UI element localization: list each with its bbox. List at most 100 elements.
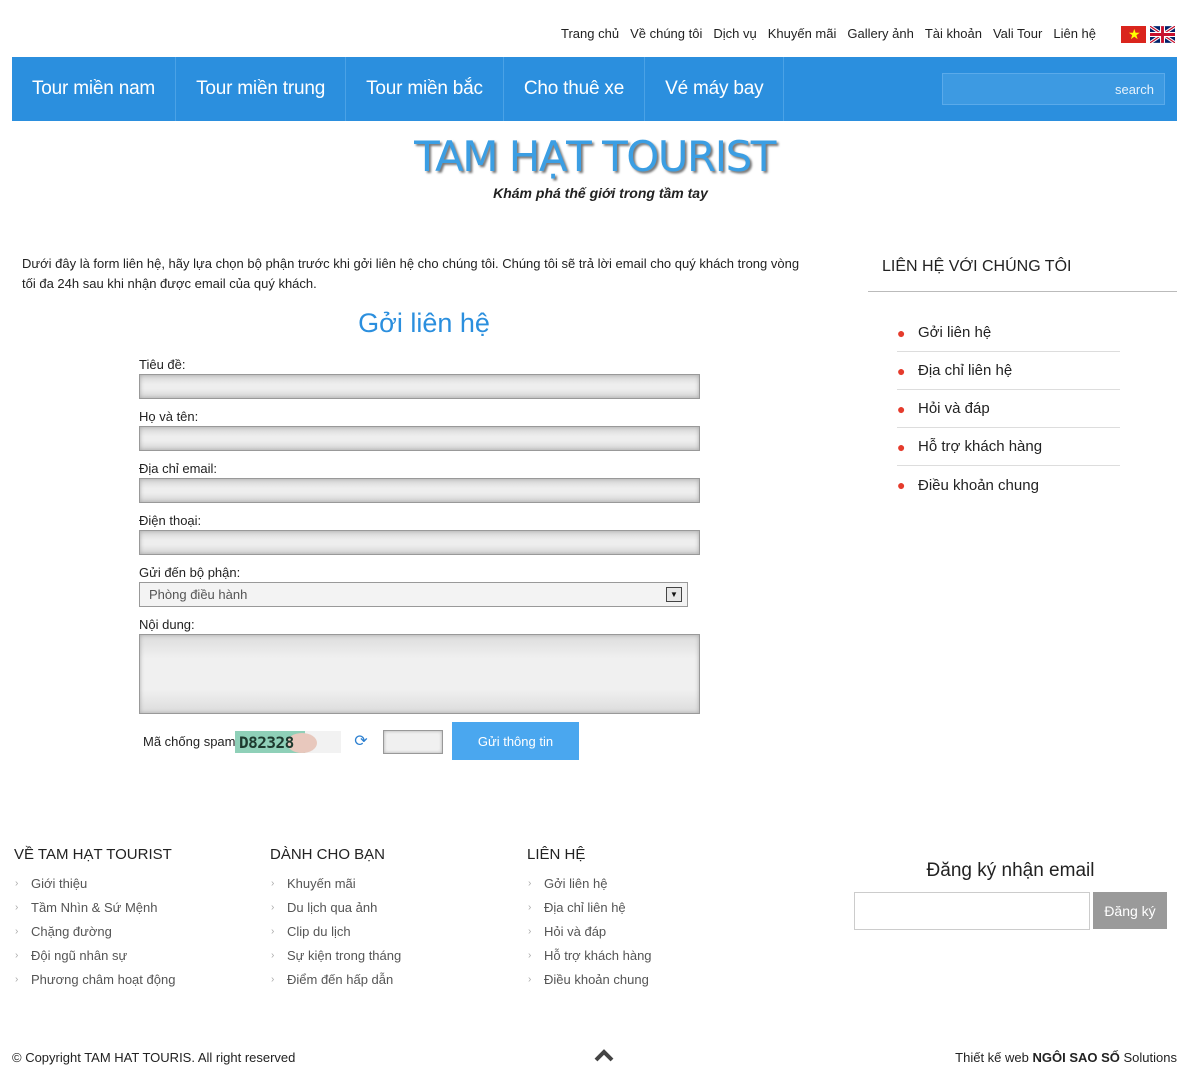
sidebar-item-terms[interactable]: ● Điều khoản chung [897,466,1120,504]
phone-label: Điện thoại: [139,513,202,528]
nav-car-rental[interactable]: Cho thuê xe [504,57,646,121]
content-textarea[interactable] [139,634,700,714]
toplink-promotions[interactable]: Khuyến mãi [768,26,837,41]
subject-label: Tiêu đề: [139,357,186,372]
copyright-text: © Copyright TAM HAT TOURIS. All right re… [12,1050,296,1065]
footer-link[interactable]: › Địa chỉ liên hệ [527,895,767,919]
chevron-right-icon: › [528,901,532,913]
credit-brand-link[interactable]: NGÔI SAO SỐ [1032,1050,1119,1065]
toplink-home[interactable]: Trang chủ [561,26,619,41]
sidebar-list: ● Gởi liên hệ ● Địa chỉ liên hệ ● Hỏi và đá… [897,314,1120,504]
footer-link[interactable]: › Phương châm hoạt động [14,967,254,991]
chevron-right-icon: › [271,877,275,889]
form-title: Gởi liên hệ [358,308,490,338]
logo-subtitle: Khám phá thế giới trong tầm tay [493,185,708,201]
chevron-right-icon: › [15,949,19,961]
captcha-text: D82328 [239,733,294,752]
footer-col-title: DÀNH CHO BẠN [270,846,386,863]
language-flags: ★ [1121,26,1175,43]
toplink-gallery[interactable]: Gallery ảnh [847,26,913,41]
footer-col-contact: LIÊN HỆ › Gởi liên hệ › Địa chỉ liên hệ › H… [527,846,767,991]
toplink-contact[interactable]: Liên hệ [1053,26,1096,41]
newsletter-email-input[interactable] [854,892,1090,930]
newsletter-subscribe-button[interactable]: Đăng ký [1093,892,1167,929]
logo-title: TAM HẠT TOURIST [414,132,776,181]
search-box[interactable]: search [942,73,1165,105]
chevron-right-icon: › [15,973,19,985]
intro-text: Dưới đây là form liên hệ, hãy lựa chọn b… [22,256,800,291]
chevron-right-icon: › [528,925,532,937]
scroll-to-top-icon[interactable] [594,1048,614,1062]
newsletter-title: Đăng ký nhận email [926,860,1095,881]
department-select[interactable]: Phòng điều hành ▼ [139,582,688,607]
bullet-icon: ● [897,477,906,493]
footer-link[interactable]: › Gởi liên hệ [527,871,767,895]
nav-tour-south[interactable]: Tour miền nam [12,57,177,121]
nav-tour-north[interactable]: Tour miền bắc [346,57,504,121]
footer-link[interactable]: › Giới thiệu [14,871,254,895]
footer-col-title: VỀ TAM HẠT TOURIST [14,846,172,863]
submit-button[interactable]: Gửi thông tin [452,722,579,760]
footer-link[interactable]: › Đội ngũ nhân sự [14,943,254,967]
chevron-right-icon: › [15,925,19,937]
dropdown-arrow-icon[interactable]: ▼ [666,587,682,602]
email-label: Địa chỉ email: [139,461,218,476]
sidebar-item-send-contact[interactable]: ● Gởi liên hệ [897,314,1120,352]
search-label[interactable]: search [1115,82,1154,97]
department-label: Gửi đến bộ phận: [139,565,241,580]
site-logo[interactable]: TAM HẠT TOURIST Khám phá thế giới trong … [0,132,1189,201]
chevron-right-icon: › [271,901,275,913]
credit-text: Thiết kế web NGÔI SAO SỐ Solutions [955,1050,1177,1065]
footer-link[interactable]: › Điểm đến hấp dẫn [270,967,510,991]
content-label: Nội dung: [139,617,195,632]
toplink-vali-tour[interactable]: Vali Tour [993,26,1042,41]
refresh-icon[interactable]: ⟳ [352,733,370,751]
department-value: Phòng điều hành [149,587,248,602]
sidebar-item-faq[interactable]: ● Hỏi và đáp [897,390,1120,428]
vietnam-flag-icon[interactable]: ★ [1121,26,1146,43]
sidebar-title: LIÊN HỆ VỚI CHÚNG TÔI [882,258,1072,275]
footer-link[interactable]: › Sự kiện trong tháng [270,943,510,967]
captcha-image: D82328 [235,731,341,753]
footer-link[interactable]: › Tầm Nhìn & Sứ Mệnh [14,895,254,919]
name-input[interactable] [139,426,700,451]
captcha-input[interactable] [383,730,443,754]
toplink-services[interactable]: Dịch vụ [713,26,756,41]
footer-col-for-you: DÀNH CHO BẠN › Khuyến mãi › Du lịch qua ản… [270,846,510,991]
spam-label: Mã chống spam: [143,734,240,749]
chevron-right-icon: › [15,877,19,889]
chevron-right-icon: › [271,925,275,937]
footer-link[interactable]: › Hỗ trợ khách hàng [527,943,767,967]
uk-flag-icon[interactable] [1150,26,1175,43]
top-links: Trang chủ Về chúng tôi Dịch vụ Khuyến mã… [561,26,1096,41]
chevron-right-icon: › [271,949,275,961]
footer-link[interactable]: › Chặng đường [14,919,254,943]
footer-link[interactable]: › Khuyến mãi [270,871,510,895]
sidebar-divider [868,291,1177,292]
sidebar-item-address[interactable]: ● Địa chỉ liên hệ [897,352,1120,390]
nav-flight-tickets[interactable]: Vé máy bay [645,57,785,121]
name-label: Họ và tên: [139,409,199,424]
subject-input[interactable] [139,374,700,399]
phone-input[interactable] [139,530,700,555]
bullet-icon: ● [897,362,906,379]
sidebar-item-support[interactable]: ● Hỗ trợ khách hàng [897,428,1120,466]
footer-link[interactable]: › Clip du lịch [270,919,510,943]
chevron-right-icon: › [271,973,275,985]
nav-tour-central[interactable]: Tour miền trung [176,57,347,121]
chevron-right-icon: › [528,949,532,961]
chevron-right-icon: › [528,877,532,889]
chevron-right-icon: › [528,973,532,985]
toplink-account[interactable]: Tài khoản [925,26,982,41]
bullet-icon: ● [897,400,906,417]
chevron-right-icon: › [15,901,19,913]
toplink-about[interactable]: Về chúng tôi [630,26,702,41]
main-navbar: Tour miền nam Tour miền trung Tour miền … [12,57,1177,121]
footer-col-about: VỀ TAM HẠT TOURIST › Giới thiệu › Tầm Nhìn… [14,846,254,991]
footer-link[interactable]: › Hỏi và đáp [527,919,767,943]
bullet-icon: ● [897,438,906,455]
footer-col-title: LIÊN HỆ [527,846,586,863]
footer-link[interactable]: › Điều khoản chung [527,967,767,991]
footer-link[interactable]: › Du lịch qua ảnh [270,895,510,919]
email-input[interactable] [139,478,700,503]
